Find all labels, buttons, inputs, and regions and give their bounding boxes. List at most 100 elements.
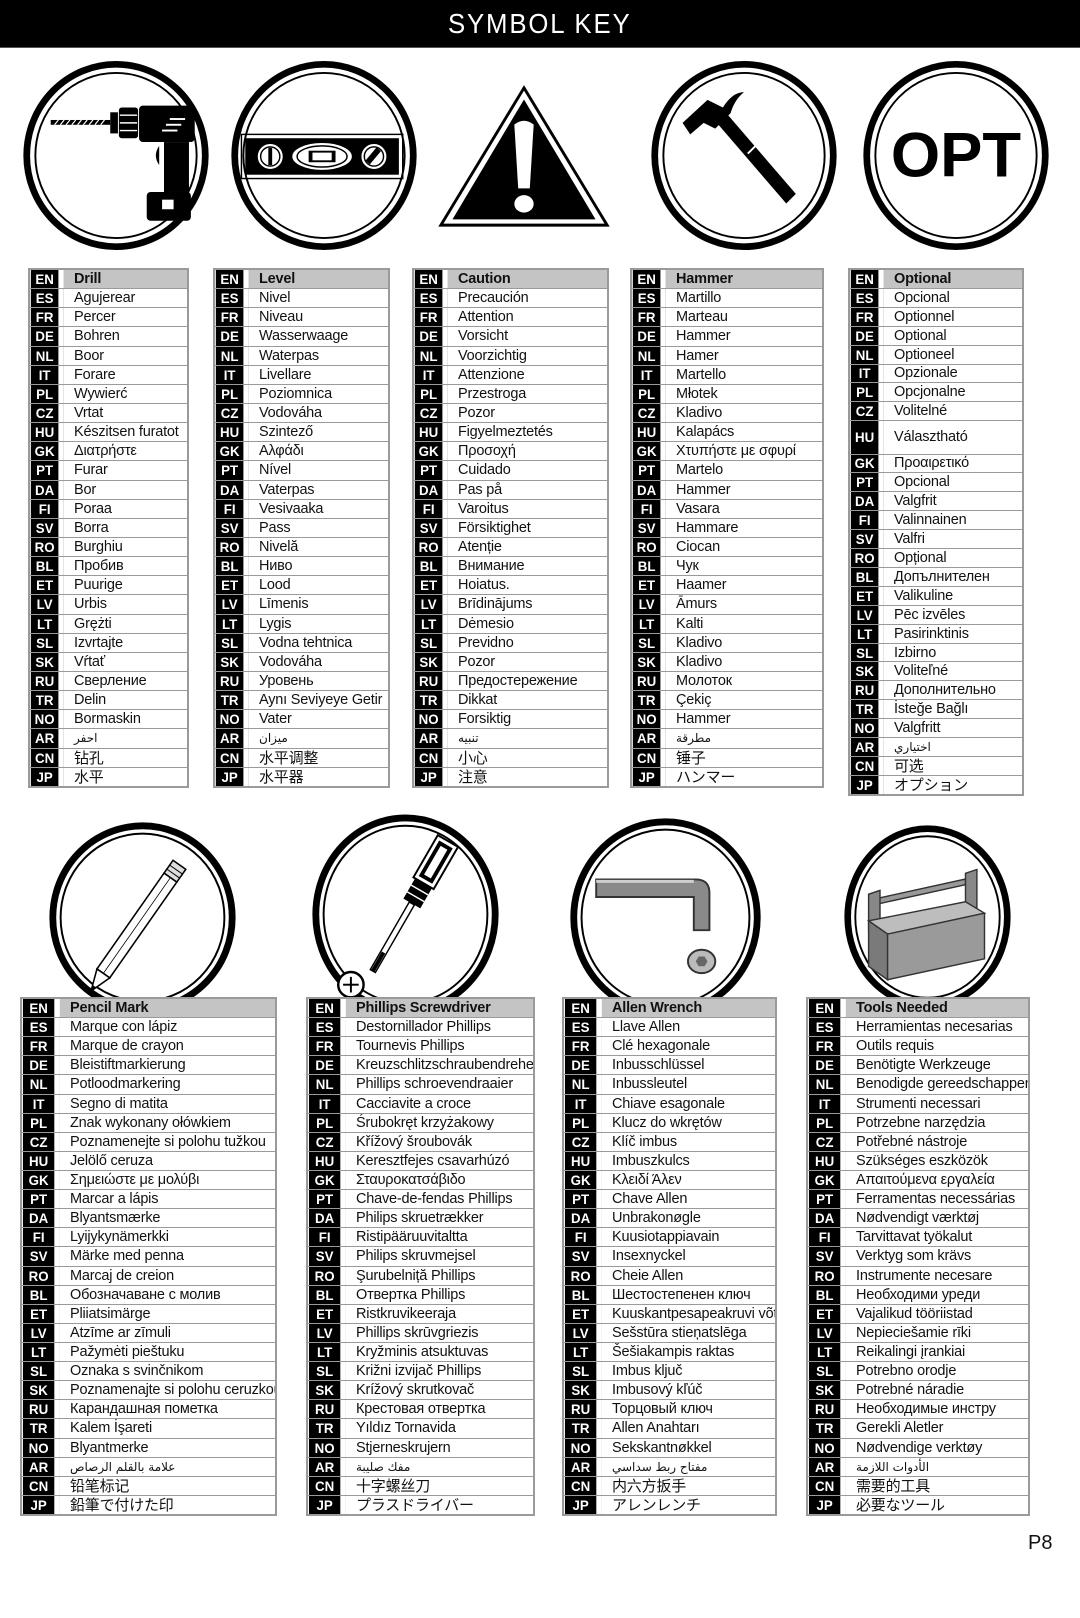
translated-term: Dėmesio [458, 615, 514, 632]
translated-term: Jelölő ceruza [70, 1152, 153, 1169]
language-code: IT [414, 365, 448, 384]
language-code: EN [850, 270, 884, 288]
symbol-table-drill: EN Drill ES Agujerear FR Percer DE Bohren NL Boor… [28, 268, 189, 788]
translated-term: Şurubelniță Phillips [356, 1267, 476, 1284]
language-code: SL [215, 633, 249, 652]
table-row-pt: PT Furar [30, 461, 187, 481]
translated-term: Hamer [676, 347, 719, 364]
translated-term: Yıldız Tornavida [356, 1420, 456, 1437]
table-row-da: DA Vaterpas [215, 480, 388, 500]
language-code: AR [22, 1457, 60, 1476]
translated-term: Сверление [74, 673, 147, 690]
language-code: GK [808, 1170, 846, 1190]
translated-term: Σημειώστε με μολύβι [70, 1172, 200, 1189]
translated-term: Cuidado [458, 462, 511, 479]
language-code: PT [808, 1190, 846, 1209]
table-row-it: IT Chiave esagonale [564, 1094, 775, 1114]
table-row-pl: PL Śrubokręt krzyżakowy [308, 1113, 533, 1133]
language-code: FI [850, 511, 884, 530]
table-row-fi: FI Tarvittavat työkalut [808, 1228, 1028, 1248]
table-row-cn: CN 铅笔标记 [22, 1476, 275, 1496]
language-code: PT [564, 1190, 602, 1209]
language-code: SK [215, 652, 249, 671]
translated-term: Klucz do wkrętów [612, 1114, 722, 1131]
table-row-pl: PL Wywierć [30, 384, 187, 404]
table-row-sk: SK Poznamenajte si polohu ceruzkou [22, 1381, 275, 1401]
translated-term: Inbusschlüssel [612, 1057, 705, 1074]
language-code: CN [808, 1476, 846, 1495]
language-code: CN [308, 1476, 346, 1495]
language-code: CZ [808, 1132, 846, 1151]
language-code: LT [215, 614, 249, 633]
translated-term: 注意 [458, 768, 488, 786]
translated-term: Чук [676, 558, 699, 575]
translated-term: Απαιτούμενα εργαλεία [856, 1172, 995, 1189]
translated-term: Izbirno [894, 644, 937, 661]
language-code: PL [850, 383, 884, 402]
translated-term: Benodigde gereedschappen [856, 1076, 1028, 1093]
language-code: JP [215, 767, 249, 786]
translated-term: Ниво [259, 558, 293, 575]
translated-term: Προαιρετικό [894, 455, 969, 472]
translated-term: Optionnel [894, 308, 955, 325]
table-row-sv: SV Philips skruvmejsel [308, 1247, 533, 1267]
translated-term: Phillips schroevendraaier [356, 1076, 513, 1093]
translated-term: Āmurs [676, 596, 717, 613]
translated-term: Voliteľné [894, 663, 949, 680]
toolbox-icon [840, 822, 1015, 1012]
translated-term: Agujerear [74, 290, 136, 307]
translated-term: Klíč imbus [612, 1133, 677, 1150]
language-code: SK [414, 652, 448, 671]
language-code: NL [22, 1075, 60, 1094]
table-row-nl: NL Benodigde gereedschappen [808, 1075, 1028, 1095]
language-code: SV [808, 1247, 846, 1266]
table-row-it: IT Forare [30, 365, 187, 385]
table-row-jp: JP 鉛筆で付けた印 [22, 1495, 275, 1514]
hammer-icon [648, 58, 840, 253]
translated-term: Pažymėti pieštuku [70, 1344, 185, 1361]
translated-term: Valgfrit [894, 493, 937, 510]
table-row-ro: RO Opțional [850, 549, 1022, 568]
language-code: BL [308, 1285, 346, 1304]
table-row-fi: FI Varoitus [414, 499, 607, 519]
language-code: JP [308, 1495, 346, 1514]
table-row-it: IT Strumenti necessari [808, 1094, 1028, 1114]
table-row-en: EN Phillips Screwdriver [308, 999, 533, 1019]
language-code: RU [308, 1400, 346, 1419]
translated-term: Imbus ključ [612, 1363, 683, 1380]
language-code: JP [850, 775, 884, 794]
table-row-tr: TR Dikkat [414, 691, 607, 711]
table-row-sv: SV Hammare [632, 518, 822, 538]
language-code: FR [808, 1037, 846, 1056]
language-code: NO [850, 719, 884, 738]
table-row-lt: LT Kalti [632, 614, 822, 634]
table-row-es: ES Herramientas necesarias [808, 1018, 1028, 1038]
translated-term: Precaución [458, 290, 529, 307]
language-code: CZ [308, 1132, 346, 1151]
translated-term: Hammer [676, 711, 731, 728]
translated-term: Waterpas [259, 347, 319, 364]
language-code: SV [215, 518, 249, 537]
language-code: SK [808, 1381, 846, 1400]
translated-term: Крестовая отвертка [356, 1401, 486, 1418]
language-code: TR [632, 691, 666, 710]
table-row-cn: CN 需要的工具 [808, 1476, 1028, 1496]
translated-term: Необходими уреди [856, 1286, 981, 1303]
translated-term: Sešstūra stieņatslēga [612, 1324, 747, 1341]
translated-term: Szintező [259, 424, 314, 441]
translated-term: Boor [74, 347, 104, 364]
language-code: FR [564, 1037, 602, 1056]
table-row-de: DE Bohren [30, 327, 187, 347]
table-row-cz: CZ Křížový šroubovák [308, 1132, 533, 1152]
table-row-hu: HU Keresztfejes csavarhúzó [308, 1151, 533, 1171]
language-code: ES [22, 1018, 60, 1037]
translated-term: Valinnainen [894, 512, 967, 529]
language-code: TR [808, 1419, 846, 1438]
drill-icon [20, 58, 212, 253]
table-row-da: DA Bor [30, 480, 187, 500]
language-code: CN [414, 748, 448, 767]
table-row-pt: PT Martelo [632, 461, 822, 481]
language-code: JP [808, 1495, 846, 1514]
translated-term: Vaterpas [259, 481, 315, 498]
symbol-name: Optional [884, 270, 1022, 288]
